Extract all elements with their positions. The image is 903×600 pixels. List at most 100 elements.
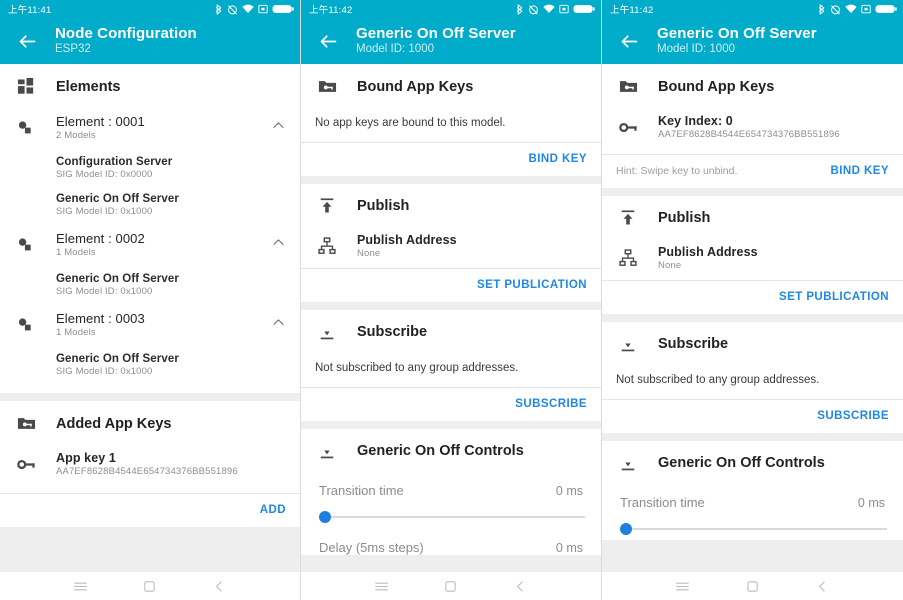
battery-icon [272, 5, 294, 13]
nav-back-button[interactable] [206, 573, 232, 599]
bound-app-keys-card: Bound App Keys Key Index: 0 AA7EF8628B45… [602, 64, 903, 188]
subscribe-empty-text: Not subscribed to any group addresses. [616, 374, 820, 386]
bound-app-keys-empty-text: No app keys are bound to this model. [315, 117, 506, 129]
account-tree-icon [315, 237, 339, 255]
status-bar: 上午11:42 [602, 0, 903, 18]
nav-menu-button[interactable] [68, 573, 94, 599]
slider-track [626, 528, 887, 530]
bind-key-button[interactable]: BIND KEY [830, 165, 889, 177]
model-name: Generic On Off Server [56, 193, 179, 205]
status-bar: 上午11:42 [301, 0, 601, 18]
publish-card: Publish Publish Address None SET PUBLICA… [301, 184, 601, 302]
key-icon [14, 455, 38, 474]
chevron-up-icon[interactable] [265, 235, 286, 255]
bluetooth-icon [215, 3, 222, 15]
model-list-item[interactable]: Configuration Server SIG Model ID: 0x000… [0, 150, 300, 187]
publish-address-row[interactable]: Publish Address None [602, 238, 903, 280]
device-hub-icon [14, 316, 38, 334]
element-row[interactable]: Element : 0003 1 Models [0, 304, 300, 347]
section-gap [602, 433, 903, 441]
nav-menu-button[interactable] [670, 573, 696, 599]
model-id: SIG Model ID: 0x1000 [56, 366, 153, 377]
nav-home-button[interactable] [739, 573, 765, 599]
controls-header: Generic On Off Controls [301, 429, 601, 471]
chevron-up-icon[interactable] [265, 118, 286, 138]
folder-key-icon [14, 414, 38, 433]
slider-thumb[interactable] [620, 523, 632, 535]
delay-label: Delay (5ms steps) [319, 540, 424, 555]
section-gap [301, 302, 601, 310]
transition-time-slider[interactable] [618, 518, 887, 540]
add-app-key-button[interactable]: ADD [260, 504, 286, 516]
model-list-item[interactable]: Generic On Off Server SIG Model ID: 0x10… [0, 267, 300, 304]
transition-time-label: Transition time [319, 483, 404, 498]
subscribe-action-bar: SUBSCRIBE [602, 399, 903, 433]
back-chevron-icon [818, 580, 825, 592]
element-texts: Element : 0001 2 Models [56, 114, 265, 141]
bound-key-row[interactable]: Key Index: 0 AA7EF8628B4544E654734376BB5… [602, 107, 903, 154]
publish-address-value: None [658, 260, 682, 271]
app-keys-title: Added App Keys [56, 415, 172, 432]
slider-thumb[interactable] [319, 511, 331, 523]
model-list-item[interactable]: Generic On Off Server SIG Model ID: 0x10… [0, 347, 300, 393]
subscribe-title: Subscribe [357, 324, 428, 340]
subscribe-action-bar: SUBSCRIBE [301, 387, 601, 421]
model-id: SIG Model ID: 0x1000 [56, 206, 153, 217]
back-button[interactable] [610, 22, 648, 60]
menu-icon [74, 582, 88, 590]
system-nav-bar [0, 572, 300, 600]
element-row[interactable]: Element : 0001 2 Models [0, 107, 300, 150]
status-clock: 上午11:41 [8, 5, 52, 16]
back-button[interactable] [8, 22, 46, 60]
elements-section-header: Elements [0, 64, 300, 107]
transition-time-label-row: Transition time 0 ms [301, 471, 601, 498]
chevron-up-icon[interactable] [265, 315, 286, 335]
bound-app-keys-card: Bound App Keys No app keys are bound to … [301, 64, 601, 176]
added-app-keys-card: Added App Keys App key 1 AA7EF8628B4544E… [0, 401, 300, 527]
section-gap [602, 314, 903, 322]
transition-time-slider[interactable] [317, 506, 585, 528]
model-name: Configuration Server [56, 156, 173, 168]
element-name: Element : 0002 [56, 231, 145, 246]
publish-title: Publish [357, 198, 410, 214]
subscribe-button[interactable]: SUBSCRIBE [515, 398, 587, 410]
publish-icon [616, 209, 640, 227]
nav-menu-button[interactable] [369, 573, 395, 599]
nav-back-button[interactable] [809, 573, 835, 599]
element-row[interactable]: Element : 0002 1 Models [0, 224, 300, 267]
bind-key-button[interactable]: BIND KEY [528, 153, 587, 165]
publish-address-texts: Publish Address None [357, 233, 587, 259]
status-system-icons [516, 3, 595, 15]
nav-home-button[interactable] [438, 573, 464, 599]
transition-time-value: 0 ms [857, 496, 885, 510]
nav-home-button[interactable] [137, 573, 163, 599]
publish-address-row[interactable]: Publish Address None [301, 226, 601, 268]
publish-address-label: Publish Address [357, 233, 457, 247]
nav-back-button[interactable] [507, 573, 533, 599]
page-title: Generic On Off Server [356, 24, 516, 42]
app-key-row[interactable]: App key 1 AA7EF8628B4544E654734376BB5518… [0, 444, 300, 493]
subscribe-card: Subscribe Not subscribed to any group ad… [602, 322, 903, 433]
element-name: Element : 0001 [56, 114, 145, 129]
set-publication-button[interactable]: SET PUBLICATION [779, 291, 889, 303]
page-subtitle: Model ID: 1000 [657, 43, 735, 56]
element-model-count: 2 Models [56, 130, 96, 141]
subscribe-button[interactable]: SUBSCRIBE [817, 410, 889, 422]
menu-icon [375, 582, 389, 590]
publish-action-bar: SET PUBLICATION [602, 280, 903, 314]
transition-time-label: Transition time [620, 495, 705, 510]
back-button[interactable] [309, 22, 347, 60]
model-name: Generic On Off Server [56, 273, 179, 285]
subscribe-title: Subscribe [658, 336, 729, 352]
publish-header: Publish [301, 184, 601, 226]
set-publication-button[interactable]: SET PUBLICATION [477, 279, 587, 291]
app-bar-titles: Generic On Off Server Model ID: 1000 [356, 24, 516, 57]
bound-key-index: Key Index: 0 [658, 114, 733, 128]
bound-key-value: AA7EF8628B4544E654734376BB551896 [658, 129, 840, 140]
menu-icon [676, 582, 690, 590]
slider-track [325, 516, 585, 518]
subscribe-icon [315, 442, 339, 460]
bound-app-keys-header: Bound App Keys [602, 64, 903, 107]
model-list-item[interactable]: Generic On Off Server SIG Model ID: 0x10… [0, 187, 300, 224]
elements-card: Elements Element : 0001 2 Models Configu… [0, 64, 300, 393]
